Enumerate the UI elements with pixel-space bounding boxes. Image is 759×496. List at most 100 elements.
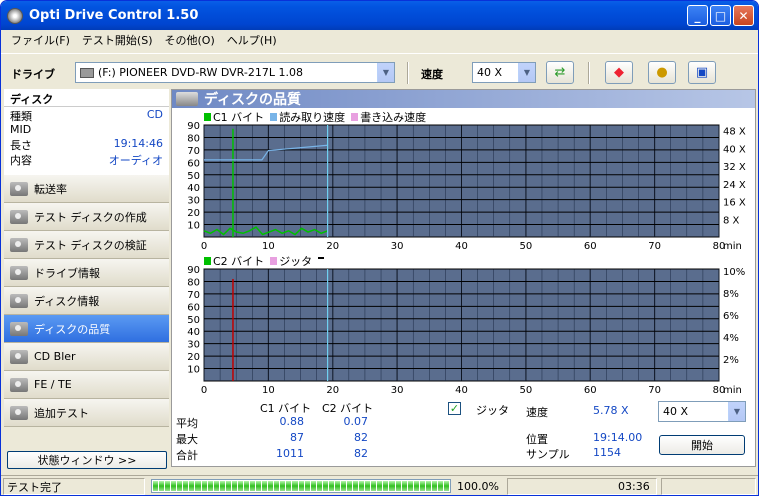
nav-item-transfer-rate[interactable]: 転送率 xyxy=(4,175,169,203)
nav-item-disc-info[interactable]: ディスク情報 xyxy=(4,287,169,315)
disc-icon xyxy=(10,237,28,252)
c2-chart-container: C2 バイト ジッタ 0 10 20 30 40 50 60 70 80 10 20 30 40 50 60… xyxy=(172,253,755,399)
progress-segment xyxy=(201,481,207,491)
y-tick-label: 50 xyxy=(187,315,200,326)
row-label-avg: 平均 xyxy=(176,417,198,430)
nav-item-extra-tests[interactable]: 追加テスト xyxy=(4,399,169,427)
y-tick-label: 30 xyxy=(187,340,200,351)
disc-quality-icon xyxy=(176,92,198,106)
window-title: Opti Drive Control 1.50 xyxy=(29,8,199,23)
progress-segment xyxy=(292,481,298,491)
progress-segment xyxy=(213,481,219,491)
row-label-total: 合計 xyxy=(176,449,198,462)
position-value: 19:14.00 xyxy=(593,431,643,444)
nav-item-verify-test-disc[interactable]: テスト ディスクの検証 xyxy=(4,231,169,259)
nav-item-fe-te[interactable]: FE / TE xyxy=(4,371,169,399)
nav-list: 転送率 テスト ディスクの作成 テスト ディスクの検証 ドライブ情報 ディスク情… xyxy=(4,175,169,427)
sample-label: サンプル xyxy=(526,448,570,461)
progress-segment xyxy=(189,481,195,491)
x-tick-label: 70 xyxy=(648,385,661,396)
info-label: MID xyxy=(10,122,32,136)
max-c2: 82 xyxy=(354,431,368,444)
x-tick-label: 0 xyxy=(201,241,207,252)
menu-test-start[interactable]: テスト開始(S) xyxy=(76,32,159,48)
menu-other[interactable]: その他(O) xyxy=(159,32,221,48)
status-text: テスト完了 xyxy=(3,478,145,495)
minimize-button[interactable]: _ xyxy=(687,5,708,26)
y-tick-label: 80 xyxy=(187,133,200,144)
disc-icon xyxy=(10,405,28,420)
toolbar: ドライブ (F:) PIONEER DVD-RW DVR-217L 1.08 ▼… xyxy=(1,53,758,91)
y-tick-label: 90 xyxy=(187,265,200,276)
right-tick-label: 10% xyxy=(723,267,745,278)
info-value: CD xyxy=(146,108,163,121)
status-window-button[interactable]: 状態ウィンドウ >> xyxy=(7,451,167,469)
x-tick-label: 0 xyxy=(201,385,207,396)
progress-segment xyxy=(183,481,189,491)
menu-help[interactable]: ヘルプ(H) xyxy=(221,32,283,48)
save-icon: ▣ xyxy=(695,65,709,80)
chevron-down-icon[interactable]: ▼ xyxy=(728,402,745,421)
right-tick-label: 32 X xyxy=(723,162,746,173)
stats-speed-select-value: 40 X xyxy=(663,405,689,418)
progress-segment xyxy=(250,481,256,491)
y-tick-label: 50 xyxy=(187,171,200,182)
sidebar: ディスク 種類 CD MID 長さ 19:14:46 内容 オーディオ 転送率 テスト… xyxy=(4,89,169,474)
erase-button[interactable]: ◆ xyxy=(605,61,633,84)
main-panel: ディスクの品質 C1 バイト 読み取り速度 書き込み速度 0 10 20 30 40 50… xyxy=(171,89,756,467)
progress-segment xyxy=(159,481,165,491)
disc-icon xyxy=(10,293,28,308)
x-tick-label: 60 xyxy=(584,385,597,396)
menu-file[interactable]: ファイル(F) xyxy=(5,32,76,48)
nav-item-create-test-disc[interactable]: テスト ディスクの作成 xyxy=(4,203,169,231)
jitter-checkbox[interactable]: ✓ xyxy=(448,402,461,415)
speed-stat-value: 5.78 X xyxy=(593,404,629,417)
progress-segment xyxy=(165,481,171,491)
drive-icon xyxy=(80,67,94,78)
y-tick-label: 30 xyxy=(187,196,200,207)
x-tick-label: 10 xyxy=(262,385,275,396)
drive-label: ドライブ xyxy=(11,68,55,81)
y-tick-label: 60 xyxy=(187,302,200,313)
nav-item-drive-info[interactable]: ドライブ情報 xyxy=(4,259,169,287)
x-tick-label: 10 xyxy=(262,241,275,252)
status-time: 03:36 xyxy=(618,480,650,493)
media-button[interactable]: ● xyxy=(648,61,676,84)
progress-segment xyxy=(437,481,443,491)
progress-segment xyxy=(286,481,292,491)
right-tick-label: 16 X xyxy=(723,198,746,209)
right-tick-label: 24 X xyxy=(723,180,746,191)
x-tick-label: 20 xyxy=(326,385,339,396)
col-header-c1: C1 バイト xyxy=(260,402,312,415)
progress-segment xyxy=(425,481,431,491)
y-tick-label: 20 xyxy=(187,208,200,219)
close-button[interactable]: ✕ xyxy=(733,5,754,26)
progress-segment xyxy=(389,481,395,491)
drive-select[interactable]: (F:) PIONEER DVD-RW DVR-217L 1.08 ▼ xyxy=(75,62,395,83)
avg-c2: 0.07 xyxy=(343,415,369,428)
progress-segment xyxy=(413,481,419,491)
progress-segment xyxy=(419,481,425,491)
start-button[interactable]: 開始 xyxy=(659,435,745,455)
disc-section-title: ディスク xyxy=(4,89,169,107)
nav-item-disc-quality[interactable]: ディスクの品質 xyxy=(4,315,169,343)
x-tick-label: 30 xyxy=(391,385,404,396)
maximize-button[interactable]: □ xyxy=(710,5,731,26)
chevron-down-icon[interactable]: ▼ xyxy=(377,63,394,82)
sample-value: 1154 xyxy=(593,446,621,459)
right-tick-label: 4% xyxy=(723,333,739,344)
x-tick-label: 30 xyxy=(391,241,404,252)
status-bar: テスト完了 100.0% 03:36 xyxy=(1,475,758,495)
progress-segment xyxy=(328,481,334,491)
progress-segment xyxy=(316,481,322,491)
main-title: ディスクの品質 xyxy=(204,92,302,108)
nav-item-cd-bler[interactable]: CD Bler xyxy=(4,343,169,371)
chevron-down-icon[interactable]: ▼ xyxy=(518,63,535,82)
refresh-button[interactable]: ⇄ xyxy=(546,61,574,84)
progress-segment xyxy=(225,481,231,491)
save-button[interactable]: ▣ xyxy=(688,61,716,84)
stats-speed-select[interactable]: 40 X ▼ xyxy=(658,401,746,422)
disc-icon xyxy=(10,349,28,364)
right-tick-label: 8 X xyxy=(723,215,740,226)
speed-select[interactable]: 40 X ▼ xyxy=(472,62,536,83)
